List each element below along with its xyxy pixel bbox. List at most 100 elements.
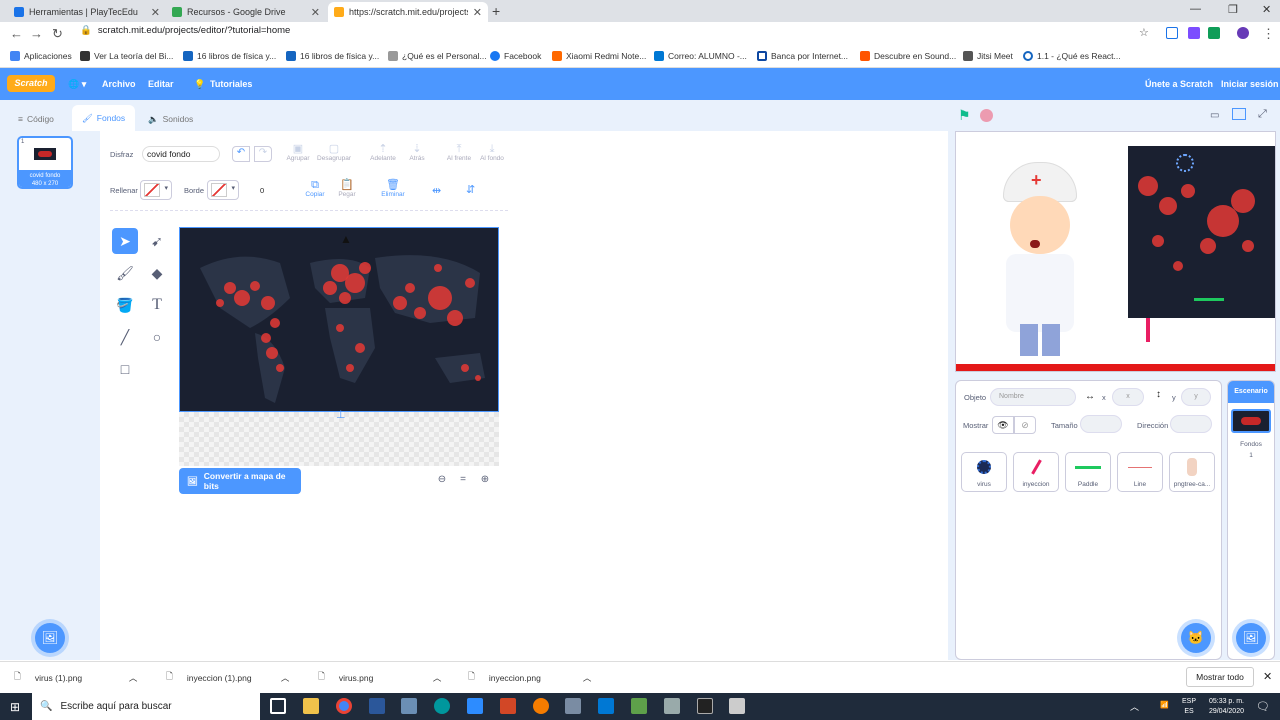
wifi-icon[interactable]: 📶 [1160, 701, 1169, 709]
sprite-tile-paddle[interactable]: Paddle [1065, 452, 1111, 492]
tab-scratch[interactable]: https://scratch.mit.edu/projects/e ✕ [328, 2, 488, 22]
reload-icon[interactable]: ↻ [52, 26, 63, 42]
download-item[interactable]: 🗋 inyeccion.png ︿ [468, 671, 591, 685]
y-input[interactable]: y [1181, 388, 1211, 406]
arduino-icon[interactable] [434, 698, 450, 714]
costume-name-input[interactable]: covid fondo [142, 146, 220, 162]
bookmark[interactable]: Jitsi Meet [963, 51, 1013, 61]
flip-vertical-icon[interactable]: ⇵ [466, 183, 475, 196]
tab-drive[interactable]: Recursos - Google Drive ✕ [166, 2, 326, 22]
brush-tool-icon[interactable]: 🖌 [112, 260, 138, 286]
close-icon[interactable]: ✕ [311, 6, 320, 19]
sprite-tile-line[interactable]: Line [1117, 452, 1163, 492]
text-tool-icon[interactable]: T [144, 292, 170, 318]
powerpoint-icon[interactable] [500, 698, 516, 714]
close-icon[interactable]: ✕ [473, 6, 482, 19]
green-flag-icon[interactable]: ⚑ [958, 107, 971, 124]
app-icon[interactable] [401, 698, 417, 714]
tab-sonidos[interactable]: 🔈 Sonidos [138, 107, 203, 131]
download-item[interactable]: 🗋 virus (1).png ︿ [14, 671, 137, 685]
size-input[interactable] [1080, 415, 1122, 433]
forward-button[interactable]: ⇡ Adelante [366, 143, 400, 162]
delete-button[interactable]: 🗑 Eliminar [376, 179, 410, 198]
show-all-downloads-button[interactable]: Mostrar todo [1186, 667, 1254, 687]
bookmark[interactable]: Descubre en Sound... [860, 51, 956, 61]
menu-archivo[interactable]: Archivo [102, 79, 136, 89]
fill-tool-icon[interactable]: 🪣 [112, 292, 138, 318]
x-input[interactable]: x [1112, 388, 1144, 406]
backward-button[interactable]: ⇣ Atrás [400, 143, 434, 162]
chevron-up-icon[interactable]: ︿ [583, 672, 592, 684]
costume-canvas-image[interactable] [179, 227, 499, 412]
bookmark[interactable]: Facebook [490, 51, 541, 61]
back-button[interactable]: ⤓ Al fondo [475, 143, 509, 162]
select-tool-icon[interactable]: ➤ [112, 228, 138, 254]
copy-button[interactable]: ⧉ Copiar [298, 179, 332, 198]
notifications-icon[interactable]: 🗨 [1256, 700, 1270, 713]
menu-tutoriales[interactable]: Tutoriales [210, 79, 252, 89]
forward-icon[interactable]: → [30, 26, 43, 41]
sprite-tile-inyeccion[interactable]: inyeccion [1013, 452, 1059, 492]
avatar[interactable] [1237, 27, 1249, 39]
resize-handle-icon[interactable]: ⊥ [336, 408, 346, 421]
bookmark[interactable]: 1.1 - ¿Qué es React... [1023, 51, 1121, 61]
bookmark[interactable]: Aplicaciones [10, 51, 72, 61]
circle-tool-icon[interactable]: ○ [144, 324, 170, 350]
undo-icon[interactable]: ↶ [232, 146, 250, 162]
vscode-icon[interactable] [598, 698, 614, 714]
bookmark[interactable]: 16 libros de física y... [183, 51, 276, 61]
add-backdrop-button[interactable]: 🖼 [35, 623, 65, 653]
app-icon[interactable] [565, 698, 581, 714]
stage-selector[interactable]: Escenario Fondos 1 [1227, 380, 1275, 660]
line-tool-icon[interactable]: ╱ [112, 324, 138, 350]
bookmark[interactable]: ¿Qué es el Personal... [388, 51, 487, 61]
rectangle-tool-icon[interactable]: □ [112, 356, 138, 382]
bookmark[interactable]: 16 libros de física y... [286, 51, 379, 61]
stage-canvas[interactable]: + [955, 131, 1276, 372]
flip-horizontal-icon[interactable]: ⇹ [432, 184, 441, 197]
url-field[interactable]: 🔒 scratch.mit.edu/projects/editor/?tutori… [80, 25, 290, 36]
sign-in-link[interactable]: Iniciar sesión [1221, 79, 1279, 89]
costume-thumbnail[interactable]: 1 covid fondo 480 x 270 [17, 136, 73, 189]
bookmark[interactable]: Correo: ALUMNO -... [654, 51, 747, 61]
paste-button[interactable]: 📋 Pegar [330, 179, 364, 198]
border-width-input[interactable]: 0 [260, 186, 264, 195]
windows-start-icon[interactable]: ⊞ [10, 700, 20, 714]
chevron-up-icon[interactable]: ︿ [129, 672, 138, 684]
bookmark[interactable]: Ver La teoría del Bi... [80, 51, 173, 61]
fill-color-picker[interactable]: ▾ [140, 180, 172, 200]
chrome-icon[interactable] [336, 698, 352, 714]
app-icon[interactable] [729, 698, 745, 714]
chevron-up-icon[interactable]: ︿ [433, 672, 442, 684]
clock[interactable]: 05:33 p. m. 29/04/2020 [1200, 697, 1244, 717]
stop-icon[interactable] [980, 109, 993, 122]
minecraft-icon[interactable] [631, 698, 647, 714]
terminal-icon[interactable] [697, 698, 713, 714]
tab-fondos[interactable]: 🖌 Fondos [72, 105, 136, 131]
add-sprite-button[interactable]: 🐱 [1181, 623, 1211, 653]
redo-icon[interactable]: ↷ [254, 146, 272, 162]
minimize-icon[interactable]: — [1190, 3, 1201, 15]
download-item[interactable]: 🗋 inyeccion (1).png ︿ [166, 671, 289, 685]
task-view-icon[interactable] [270, 698, 286, 714]
back-icon[interactable]: ← [10, 26, 23, 41]
add-stage-backdrop-button[interactable]: 🖼 [1236, 623, 1266, 653]
menu-dots-icon[interactable]: ⋮ [1262, 26, 1275, 42]
extension-icon[interactable] [1166, 27, 1178, 39]
taskbar-search[interactable]: 🔍 Escribe aquí para buscar [32, 693, 260, 720]
zoom-icon[interactable] [467, 698, 483, 714]
maximize-icon[interactable]: ❐ [1228, 3, 1238, 16]
hide-eye-icon[interactable]: ⊘ [1014, 416, 1036, 434]
close-window-icon[interactable]: ✕ [1262, 3, 1271, 16]
new-tab-button[interactable]: + [492, 3, 500, 19]
sprite-tile-virus[interactable]: virus [961, 452, 1007, 492]
star-icon[interactable]: ☆ [1139, 26, 1149, 39]
globe-icon[interactable]: 🌐 ▾ [68, 79, 86, 90]
tutorial-icon[interactable]: 💡 [194, 79, 205, 90]
fullscreen-icon[interactable]: ⤢ [1258, 108, 1267, 121]
small-stage-icon[interactable]: ▭ [1210, 110, 1219, 121]
close-downloads-icon[interactable]: ✕ [1263, 670, 1272, 683]
download-item[interactable]: 🗋 virus.png ︿ [318, 671, 441, 685]
file-explorer-icon[interactable] [303, 698, 319, 714]
ungroup-button[interactable]: ▢ Desagrupar [317, 143, 351, 162]
